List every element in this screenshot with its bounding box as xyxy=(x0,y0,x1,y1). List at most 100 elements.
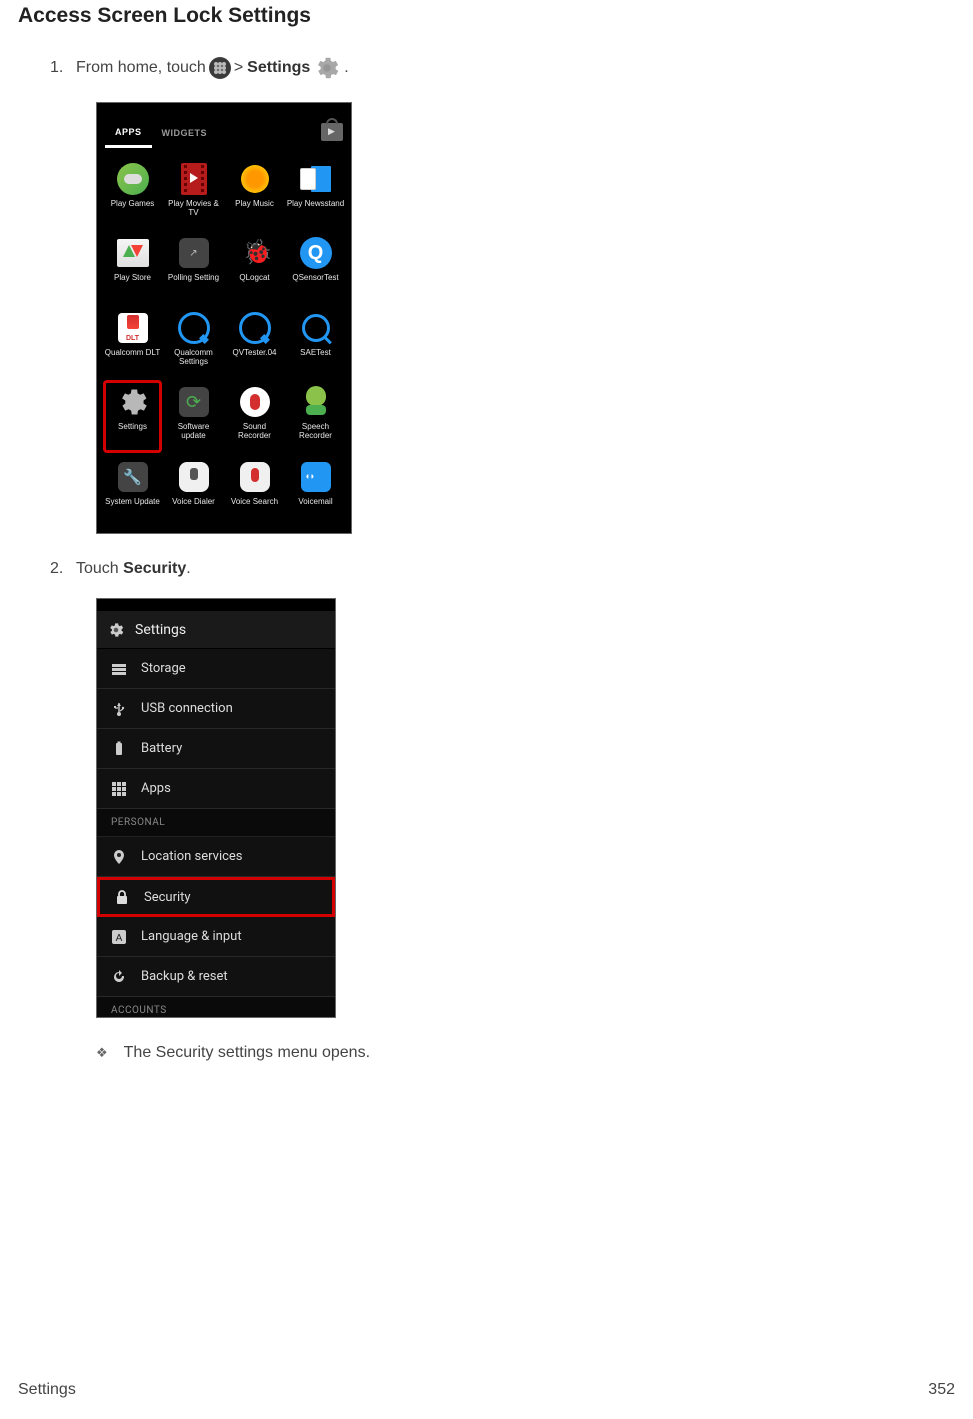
step-2-after: . xyxy=(186,560,190,577)
result-note: ❖ The Security settings menu opens. xyxy=(96,1044,955,1062)
footer-section: Settings xyxy=(18,1381,76,1399)
app-voice-dialer[interactable]: Voice Dialer xyxy=(164,455,223,527)
play-music-icon xyxy=(239,163,271,195)
app-label: Qualcomm DLT xyxy=(105,349,160,358)
software-update-icon xyxy=(179,387,209,417)
settings-header-title: Settings xyxy=(135,622,186,638)
app-qvtester[interactable]: QVTester.04 xyxy=(225,306,284,378)
app-play-movies[interactable]: Play Movies & TV xyxy=(164,157,223,229)
apps-grid: Play Games Play Movies & TV Play Music P… xyxy=(97,151,351,533)
status-bar xyxy=(97,599,335,611)
page-footer: Settings 352 xyxy=(18,1381,955,1399)
step-2-marker: 2. xyxy=(50,560,76,578)
app-label: System Update xyxy=(105,498,160,507)
play-store-icon xyxy=(117,239,149,267)
app-label: Polling Setting xyxy=(168,274,219,283)
settings-list: StorageUSB connectionBatteryAppsPERSONAL… xyxy=(97,649,335,1017)
step-1: 1. From home, touch > Settings . xyxy=(50,54,955,82)
play-newsstand-icon xyxy=(301,164,331,194)
settings-row-usb-connection[interactable]: USB connection xyxy=(97,689,335,729)
backup-icon xyxy=(111,969,127,985)
settings-header: Settings xyxy=(97,611,335,649)
app-system-update[interactable]: System Update xyxy=(103,455,162,527)
step-1-text-1: From home, touch xyxy=(76,59,206,77)
footer-page-number: 352 xyxy=(928,1381,955,1399)
settings-gear-icon xyxy=(313,54,341,82)
voicemail-icon xyxy=(301,462,331,492)
app-label: Play Games xyxy=(111,200,155,209)
settings-row-language-input[interactable]: A Language & input xyxy=(97,917,335,957)
settings-row-battery[interactable]: Battery xyxy=(97,729,335,769)
step-2: 2. Touch Security. xyxy=(50,560,955,578)
svg-text:A: A xyxy=(116,933,123,944)
app-play-newsstand[interactable]: Play Newsstand xyxy=(286,157,345,229)
settings-row-label: Location services xyxy=(141,849,243,864)
app-play-games[interactable]: Play Games xyxy=(103,157,162,229)
app-play-music[interactable]: Play Music xyxy=(225,157,284,229)
app-saetest[interactable]: SAETest xyxy=(286,306,345,378)
app-qsensortest[interactable]: QQSensorTest xyxy=(286,231,345,303)
settings-row-label: Security xyxy=(144,890,191,905)
gear-icon xyxy=(107,621,125,639)
app-label: Speech Recorder xyxy=(287,423,345,441)
note-text: The Security settings menu opens. xyxy=(124,1044,370,1062)
app-qualcomm-settings[interactable]: Qualcomm Settings xyxy=(164,306,223,378)
settings-row-label: Backup & reset xyxy=(141,969,228,984)
app-settings[interactable]: Settings xyxy=(103,380,162,452)
app-label: Play Music xyxy=(235,200,274,209)
status-bar xyxy=(97,103,351,113)
apps-icon xyxy=(111,781,127,797)
voice-dialer-icon xyxy=(179,462,209,492)
app-qualcomm-dlt[interactable]: Qualcomm DLT xyxy=(103,306,162,378)
qualcomm-settings-icon xyxy=(178,312,210,344)
app-sound-recorder[interactable]: Sound Recorder xyxy=(225,380,284,452)
qvtester-icon xyxy=(239,312,271,344)
app-label: QVTester.04 xyxy=(232,349,276,358)
app-qlogcat[interactable]: QLogcat xyxy=(225,231,284,303)
qualcomm-dlt-icon xyxy=(118,313,148,343)
app-label: Sound Recorder xyxy=(226,423,284,441)
voice-search-icon xyxy=(240,462,270,492)
settings-row-label: Language & input xyxy=(141,929,242,944)
app-voice-search[interactable]: Voice Search xyxy=(225,455,284,527)
settings-row-backup-reset[interactable]: Backup & reset xyxy=(97,957,335,997)
settings-screenshot: Settings StorageUSB connectionBatteryApp… xyxy=(96,598,336,1018)
tab-widgets[interactable]: WIDGETS xyxy=(152,118,218,146)
settings-row-storage[interactable]: Storage xyxy=(97,649,335,689)
settings-row-apps[interactable]: Apps xyxy=(97,769,335,809)
step-1-marker: 1. xyxy=(50,59,76,77)
app-label: SAETest xyxy=(300,349,331,358)
app-software-update[interactable]: Software update xyxy=(164,380,223,452)
app-label: Play Newsstand xyxy=(287,200,344,209)
diamond-bullet-icon: ❖ xyxy=(96,1045,108,1061)
app-play-store[interactable]: Play Store xyxy=(103,231,162,303)
app-label: Voicemail xyxy=(298,498,332,507)
settings-category: ACCOUNTS xyxy=(97,997,335,1017)
app-label: Voice Search xyxy=(231,498,278,507)
system-update-icon xyxy=(118,462,148,492)
apps-drawer-screenshot: APPS WIDGETS Play Games Play Movies & TV… xyxy=(96,102,352,534)
step-1-gt: > xyxy=(234,59,243,77)
saetest-icon xyxy=(302,314,330,342)
battery-icon xyxy=(111,741,127,757)
app-speech-recorder[interactable]: Speech Recorder xyxy=(286,380,345,452)
step-1-period: . xyxy=(344,59,348,77)
page-title: Access Screen Lock Settings xyxy=(18,4,955,28)
storage-icon xyxy=(111,661,127,677)
app-polling-setting[interactable]: Polling Setting xyxy=(164,231,223,303)
tab-apps[interactable]: APPS xyxy=(105,117,152,148)
step-1-settings-word: Settings xyxy=(247,59,310,77)
settings-category: PERSONAL xyxy=(97,809,335,837)
settings-app-icon xyxy=(116,385,150,419)
play-movies-icon xyxy=(181,163,207,195)
app-label: QLogcat xyxy=(239,274,269,283)
settings-row-location-services[interactable]: Location services xyxy=(97,837,335,877)
app-label: Play Store xyxy=(114,274,151,283)
location-icon xyxy=(111,849,127,865)
app-label: Software update xyxy=(165,423,223,441)
step-2-bold: Security xyxy=(123,560,186,577)
settings-row-security[interactable]: Security xyxy=(97,877,335,917)
lang-icon: A xyxy=(111,929,127,945)
app-voicemail[interactable]: Voicemail xyxy=(286,455,345,527)
shop-icon[interactable] xyxy=(321,123,343,141)
